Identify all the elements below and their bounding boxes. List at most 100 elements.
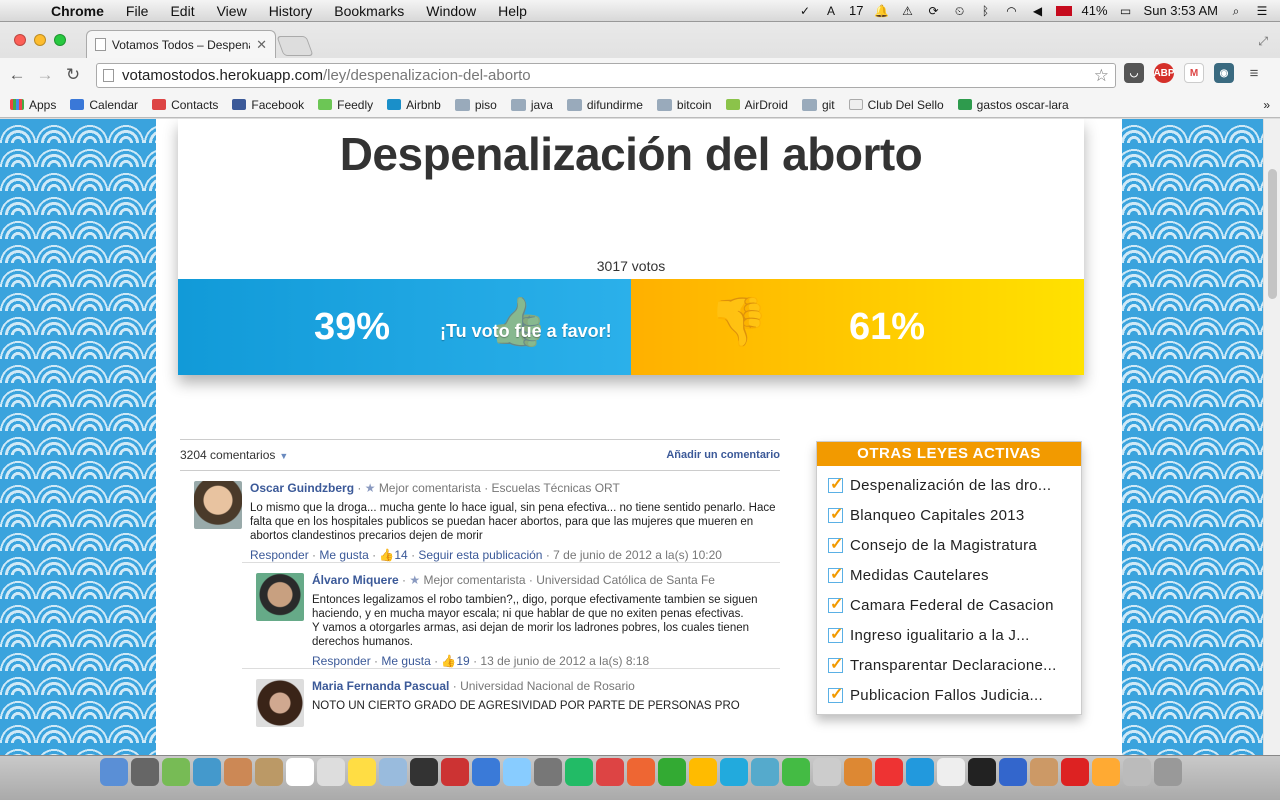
pocket-icon[interactable]: ◡ [1124, 63, 1144, 83]
sync-icon[interactable]: ⟳ [926, 4, 942, 18]
dock-app-icon[interactable] [1030, 758, 1058, 786]
notification-center-icon[interactable]: ☰ [1254, 4, 1270, 18]
author-affiliation[interactable]: Escuelas Técnicas ORT [492, 481, 620, 495]
dock-app-icon[interactable] [813, 758, 841, 786]
add-comment-link[interactable]: Añadir un comentario [666, 449, 780, 461]
bookmark-apps[interactable]: Apps [10, 98, 56, 112]
reload-icon[interactable]: ↻ [62, 65, 84, 85]
bookmark-folder-java[interactable]: java [510, 98, 553, 112]
dock-app-icon[interactable] [596, 758, 624, 786]
address-bar[interactable]: votamostodos.herokuapp.com /ley/despenal… [96, 63, 1116, 88]
bookmark-feedly[interactable]: Feedly [318, 98, 373, 112]
menu-view[interactable]: View [206, 0, 258, 22]
menu-app-chrome[interactable]: Chrome [40, 0, 115, 22]
extension-robot-icon[interactable]: ◉ [1214, 63, 1234, 83]
battery-icon[interactable]: ▭ [1118, 4, 1134, 18]
comment-date[interactable]: 7 de junio de 2012 a la(s) 10:20 [553, 548, 722, 562]
tab-close-icon[interactable]: ✕ [256, 37, 267, 53]
menu-history[interactable]: History [258, 0, 324, 22]
dock-app-icon[interactable] [844, 758, 872, 786]
bookmark-folder-piso[interactable]: piso [454, 98, 497, 112]
warning-icon[interactable]: ⚠ [900, 4, 916, 18]
like-link[interactable]: Me gusta [381, 654, 430, 668]
dock-app-icon[interactable] [565, 758, 593, 786]
spotlight-search-icon[interactable]: ⌕ [1228, 4, 1244, 18]
dock-app-icon[interactable] [193, 758, 221, 786]
close-window-button[interactable] [14, 34, 26, 46]
dock-app-icon[interactable] [1061, 758, 1089, 786]
menu-file[interactable]: File [115, 0, 160, 22]
bookmark-airdroid[interactable]: AirDroid [725, 98, 788, 112]
bookmark-airbnb[interactable]: Airbnb [387, 98, 441, 112]
comment-date[interactable]: 13 de junio de 2012 a la(s) 8:18 [480, 654, 649, 668]
vote-no-segment[interactable]: 👎 61% [631, 279, 1084, 375]
bluetooth-icon[interactable]: ᛒ [978, 4, 994, 18]
adblock-plus-icon[interactable]: ABP [1153, 63, 1175, 83]
time-machine-icon[interactable]: ⏲ [952, 4, 968, 18]
menu-edit[interactable]: Edit [159, 0, 205, 22]
clock[interactable]: Sun 3:53 AM [1144, 3, 1218, 18]
dropbox-icon[interactable]: ✓ [797, 4, 813, 18]
bookmark-folder-difundirme[interactable]: difundirme [566, 98, 643, 112]
dock-app-icon[interactable] [534, 758, 562, 786]
comments-sort-dropdown[interactable]: 3204 comentarios ▼ [180, 448, 288, 462]
dock-app-icon[interactable] [689, 758, 717, 786]
comment-author[interactable]: Maria Fernanda Pascual [312, 679, 449, 693]
author-affiliation[interactable]: Universidad Nacional de Rosario [460, 679, 635, 693]
dock-app-icon[interactable] [472, 758, 500, 786]
back-arrow-icon[interactable]: ← [6, 65, 28, 85]
bookmarks-overflow-icon[interactable]: » [1263, 98, 1270, 112]
dock-app-icon[interactable] [999, 758, 1027, 786]
dock-app-icon[interactable] [286, 758, 314, 786]
dock-app-icon[interactable] [162, 758, 190, 786]
zoom-window-button[interactable] [54, 34, 66, 46]
bookmark-club-del-sello[interactable]: Club Del Sello [848, 98, 944, 112]
dock-app-icon[interactable] [1154, 758, 1182, 786]
dock-app-icon[interactable] [1092, 758, 1120, 786]
bookmark-folder-git[interactable]: git [801, 98, 835, 112]
other-law-item[interactable]: Consejo de la Magistratura [828, 530, 1081, 560]
other-law-item[interactable]: Camara Federal de Casacion [828, 590, 1081, 620]
other-law-item[interactable]: Transparentar Declaracione... [828, 650, 1081, 680]
bookmark-gastos[interactable]: gastos oscar-lara [957, 98, 1069, 112]
minimize-window-button[interactable] [34, 34, 46, 46]
comment-author[interactable]: Álvaro Miquere [312, 573, 399, 587]
gmail-icon[interactable]: M [1184, 63, 1204, 83]
dock-app-icon[interactable] [100, 758, 128, 786]
dock-app-icon[interactable] [720, 758, 748, 786]
page-scrollbar[interactable] [1263, 119, 1280, 755]
volume-icon[interactable]: ◀ [1030, 4, 1046, 18]
avatar[interactable] [256, 573, 304, 621]
flag-icon[interactable] [1055, 5, 1072, 16]
like-link[interactable]: Me gusta [319, 548, 368, 562]
dock-app-icon[interactable] [255, 758, 283, 786]
dock-app-icon[interactable] [224, 758, 252, 786]
forward-arrow-icon[interactable]: → [34, 65, 56, 85]
wifi-icon[interactable]: ◠ [1004, 4, 1020, 18]
dock-app-icon[interactable] [1123, 758, 1151, 786]
reply-link[interactable]: Responder [250, 548, 309, 562]
other-law-item[interactable]: Ingreso igualitario a la J... [828, 620, 1081, 650]
bookmark-contacts[interactable]: Contacts [152, 98, 218, 112]
new-tab-button[interactable] [276, 36, 314, 56]
dock-app-icon[interactable] [875, 758, 903, 786]
comment-author[interactable]: Oscar Guindzberg [250, 481, 354, 495]
dock-app-icon[interactable] [906, 758, 934, 786]
author-affiliation[interactable]: Universidad Católica de Santa Fe [536, 573, 715, 587]
dock-app-icon[interactable] [751, 758, 779, 786]
dock-app-icon[interactable] [968, 758, 996, 786]
dock-app-icon[interactable] [410, 758, 438, 786]
follow-post-link[interactable]: Seguir esta publicación [418, 548, 542, 562]
reply-link[interactable]: Responder [312, 654, 371, 668]
menu-bookmarks[interactable]: Bookmarks [323, 0, 415, 22]
dock-app-icon[interactable] [379, 758, 407, 786]
dock-app-icon[interactable] [441, 758, 469, 786]
bell-icon[interactable]: 🔔 [874, 4, 890, 18]
dock-app-icon[interactable] [348, 758, 376, 786]
avatar[interactable] [256, 679, 304, 727]
other-law-item[interactable]: Blanqueo Capitales 2013 [828, 500, 1081, 530]
other-law-item[interactable]: Medidas Cautelares [828, 560, 1081, 590]
adobe-icon[interactable]: A [823, 4, 839, 18]
dock-app-icon[interactable] [131, 758, 159, 786]
bookmark-folder-bitcoin[interactable]: bitcoin [656, 98, 712, 112]
